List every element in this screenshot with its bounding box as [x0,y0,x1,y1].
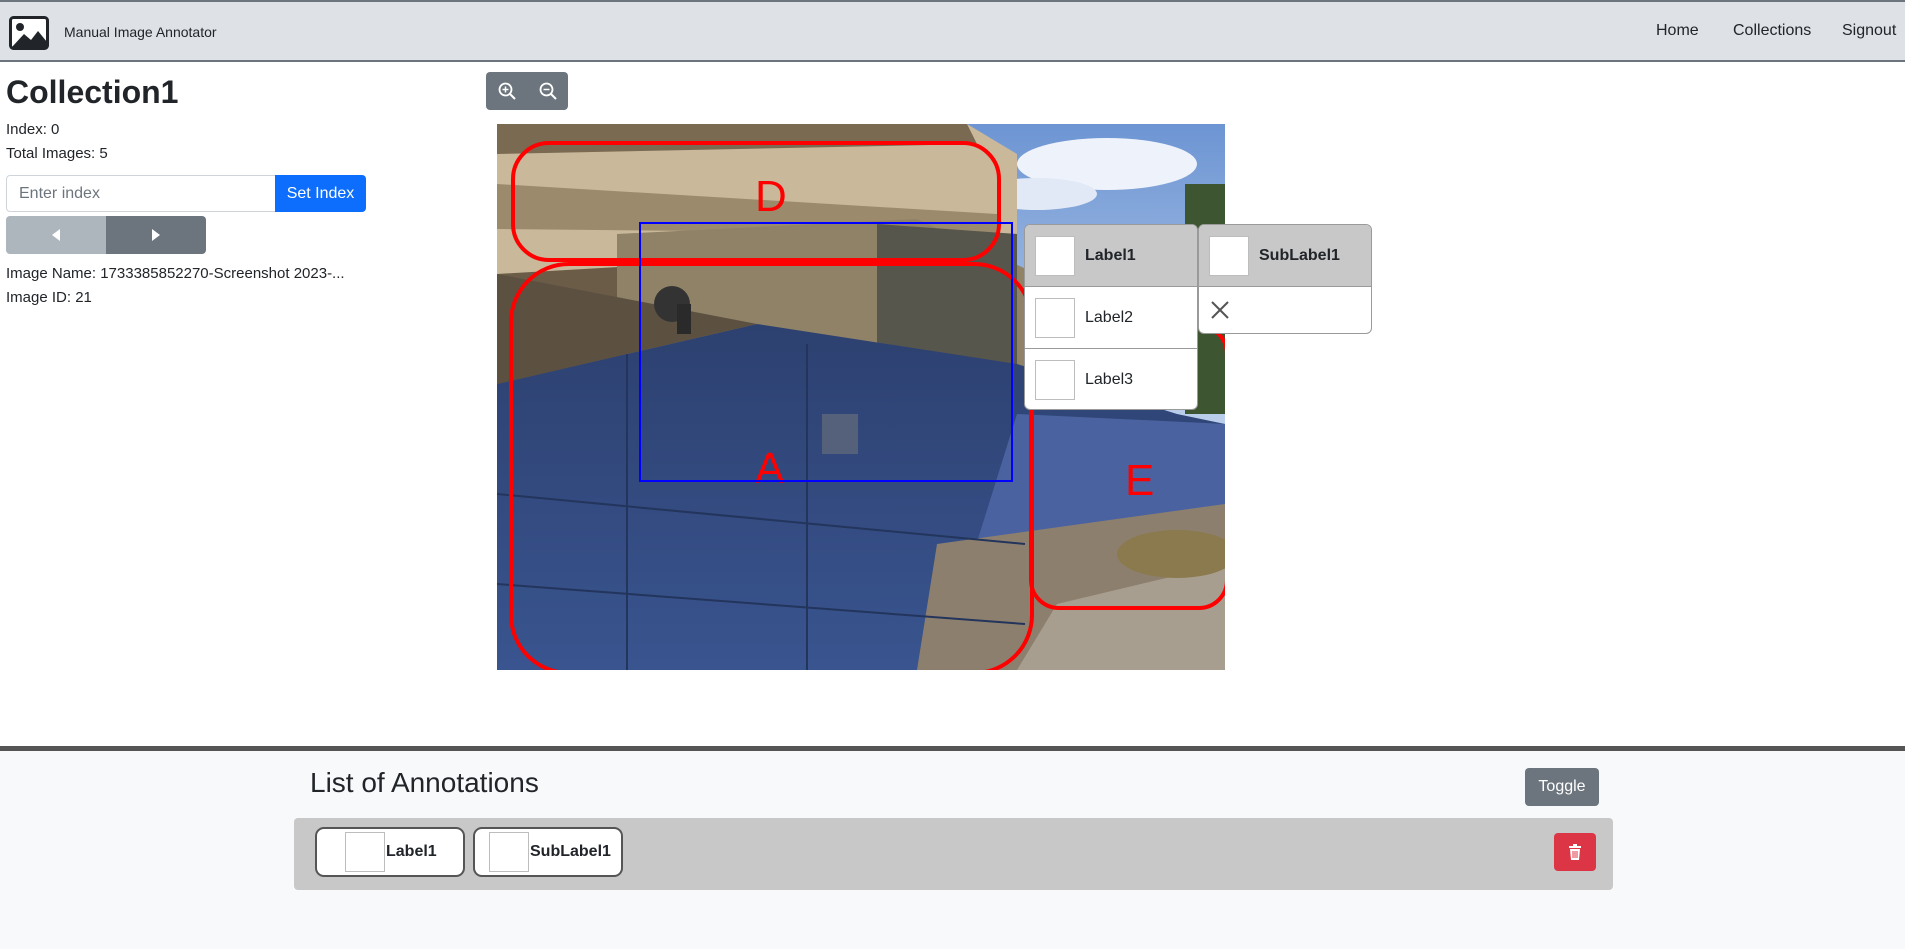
label-option-label1[interactable]: Label1 [1025,225,1197,287]
caret-right-icon [152,229,160,241]
nav-signout-link[interactable]: Signout [1842,22,1896,40]
chip-thumbnail [489,832,529,872]
chip-thumbnail [345,832,385,872]
sublabel-menu: SubLabel1 [1198,224,1372,334]
annotations-title: List of Annotations [310,767,539,798]
label-option-label3[interactable]: Label3 [1025,349,1197,409]
annotation-label-e: E [1125,456,1155,505]
sublabel-thumbnail [1209,235,1249,276]
close-icon[interactable] [1211,301,1229,319]
chip-text: Label1 [386,843,437,860]
annotation-chip-label1[interactable]: Label1 [315,827,465,877]
image-icon[interactable] [9,16,49,55]
label-thumbnail [1035,297,1075,338]
label-menu: Label1 Label2 Label3 [1024,224,1198,410]
sublabel-option-text: SubLabel1 [1259,246,1340,264]
index-display: Index: 0 [6,121,60,138]
current-selection-box[interactable] [639,222,1013,482]
navbar: Manual Image Annotator Home Collections … [0,0,1905,62]
zoom-out-icon [539,82,557,100]
zoom-out-button[interactable] [527,72,568,110]
label-thumbnail [1035,235,1075,276]
annotation-row[interactable]: Label1 SubLabel1 [294,818,1613,890]
zoom-in-button[interactable] [486,72,527,110]
next-image-button[interactable] [106,216,206,254]
delete-annotation-button[interactable] [1554,833,1596,871]
sublabel-option-sublabel1[interactable]: SubLabel1 [1199,225,1371,287]
set-index-button[interactable]: Set Index [275,175,366,212]
label-option-text: Label1 [1085,246,1136,264]
nav-home-link[interactable]: Home [1656,22,1699,40]
label-option-text: Label3 [1085,371,1134,388]
zoom-controls [486,72,568,110]
nav-collections-link[interactable]: Collections [1733,22,1811,40]
sublabel-close-row[interactable] [1199,287,1371,333]
label-thumbnail [1035,360,1075,400]
index-input[interactable] [6,175,276,212]
total-images-display: Total Images: 5 [6,145,108,162]
image-name-display: Image Name: 1733385852270-Screenshot 202… [6,265,345,282]
label-option-label2[interactable]: Label2 [1025,287,1197,349]
zoom-in-icon [498,82,516,100]
trash-icon [1569,844,1581,860]
caret-left-icon [52,229,60,241]
annotations-panel: List of Annotations Toggle Label1 SubLab… [0,746,1905,949]
annotation-label-d: D [755,172,787,221]
label-option-text: Label2 [1085,308,1134,326]
collection-title: Collection1 [6,74,179,110]
previous-image-button[interactable] [6,216,106,254]
annotation-chip-sublabel1[interactable]: SubLabel1 [473,827,623,877]
toggle-button[interactable]: Toggle [1525,768,1599,806]
brand-title[interactable]: Manual Image Annotator [64,24,217,40]
image-id-display: Image ID: 21 [6,289,92,306]
chip-text: SubLabel1 [530,843,611,860]
